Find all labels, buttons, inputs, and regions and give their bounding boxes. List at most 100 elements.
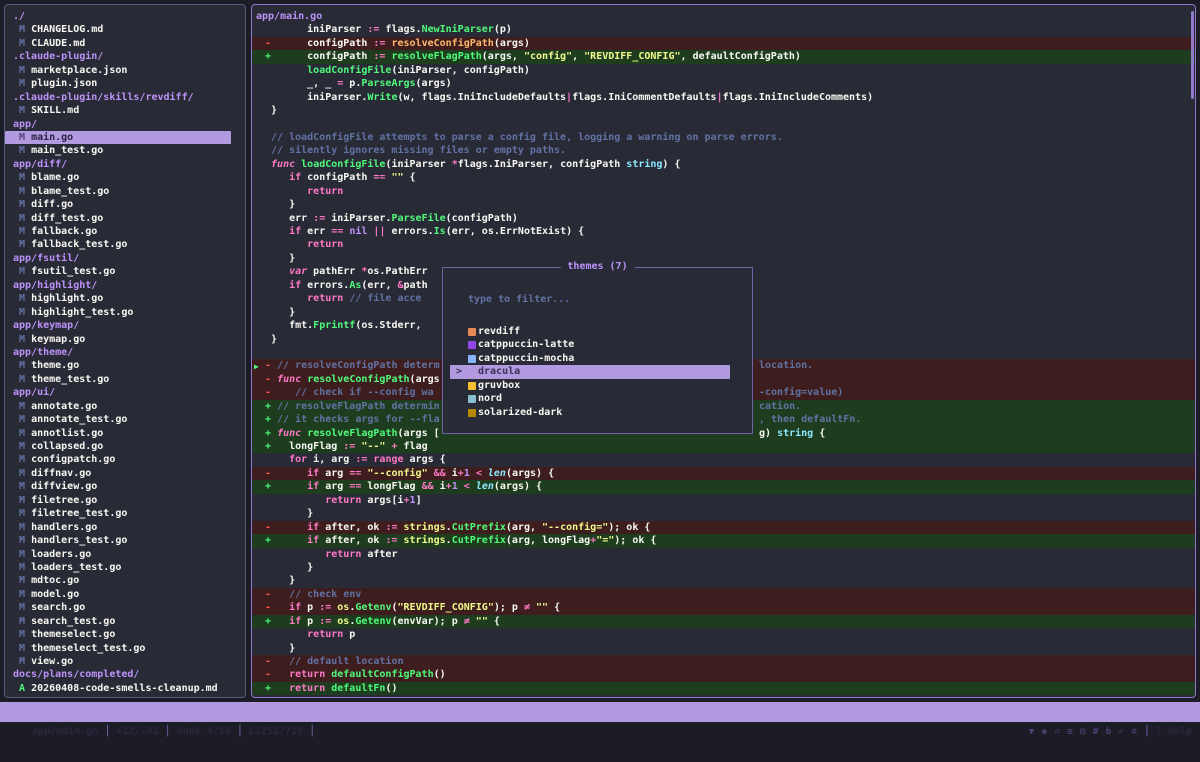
file-tree-entry[interactable]: M collapsed.go bbox=[5, 440, 245, 453]
scrollbar-thumb[interactable] bbox=[1191, 11, 1194, 99]
file-tree-entry[interactable]: M CLAUDE.md bbox=[5, 37, 245, 50]
file-tree-entry[interactable]: M search.go bbox=[5, 601, 245, 614]
file-tree-dir[interactable]: app/keymap/ bbox=[5, 319, 245, 332]
file-tree-entry[interactable]: M theme.go bbox=[5, 359, 245, 372]
theme-item-catppuccin-mocha[interactable]: catppuccin-mocha bbox=[443, 352, 752, 365]
theme-item-solarized-dark[interactable]: solarized-dark bbox=[443, 406, 752, 419]
diff-line-ctx: func loadConfigFile(iniParser *flags.Ini… bbox=[252, 158, 1195, 171]
diff-line-ctx: if configPath == "" { bbox=[252, 171, 1195, 184]
file-tree-dir[interactable]: app/ bbox=[5, 118, 245, 131]
file-name: CLAUDE.md bbox=[31, 38, 85, 49]
diff-line-add: + return defaultFn() bbox=[252, 682, 1195, 695]
file-tree-dir[interactable]: app/highlight/ bbox=[5, 279, 245, 292]
file-name: search_test.go bbox=[31, 616, 115, 627]
file-tree-entry[interactable]: M CHANGELOG.md bbox=[5, 23, 245, 36]
file-tree-entry[interactable]: M SKILL.md bbox=[5, 104, 245, 117]
file-name: handlers.go bbox=[31, 522, 97, 533]
file-tree-entry[interactable]: M filetree.go bbox=[5, 494, 245, 507]
file-status-badge: M bbox=[13, 199, 31, 210]
file-tree-entry[interactable]: M blame.go bbox=[5, 171, 245, 184]
file-tree-entry[interactable]: M configpatch.go bbox=[5, 453, 245, 466]
file-tree-panel[interactable]: ./ M CHANGELOG.md M CLAUDE.md.claude-plu… bbox=[4, 4, 246, 698]
file-tree-dir[interactable]: docs/plans/completed/ bbox=[5, 668, 245, 681]
file-name: SKILL.md bbox=[31, 105, 79, 116]
diff-line-ctx: iniParser := flags.NewIniParser(p) bbox=[252, 23, 1195, 36]
file-status-badge: M bbox=[13, 656, 31, 667]
file-tree-entry[interactable]: M themeselect.go bbox=[5, 628, 245, 641]
theme-item-nord[interactable]: nord bbox=[443, 392, 752, 405]
file-status-badge: M bbox=[13, 105, 31, 116]
theme-item-dracula[interactable]: >dracula bbox=[450, 365, 730, 378]
file-name: keymap.go bbox=[31, 334, 85, 345]
theme-item-gruvbox[interactable]: gruvbox bbox=[443, 379, 752, 392]
status-separator: │ bbox=[159, 726, 177, 737]
diff-line-del: - // check env bbox=[252, 588, 1195, 601]
diff-line-right-fragment: location. bbox=[759, 359, 813, 372]
file-tree-entry[interactable]: M fallback_test.go bbox=[5, 238, 245, 251]
file-tree-entry[interactable]: M handlers_test.go bbox=[5, 534, 245, 547]
file-tree-dir[interactable]: .claude-plugin/ bbox=[5, 50, 245, 63]
file-name: main_test.go bbox=[31, 145, 103, 156]
file-name: 20260408-code-smells-cleanup.md bbox=[31, 683, 218, 694]
diff-line-del: - if after, ok := strings.CutPrefix(arg,… bbox=[252, 521, 1195, 534]
file-tree-entry[interactable]: M annotlist.go bbox=[5, 427, 245, 440]
file-tree-entry[interactable]: M handlers.go bbox=[5, 521, 245, 534]
file-name: annotate_test.go bbox=[31, 414, 127, 425]
file-tree-dir[interactable]: .claude-plugin/skills/revdiff/ bbox=[5, 91, 245, 104]
file-tree-entry[interactable]: M fallback.go bbox=[5, 225, 245, 238]
help-button[interactable]: ? help bbox=[1156, 726, 1192, 737]
selection-cursor: > bbox=[456, 365, 462, 378]
diff-pane[interactable]: app/main.go iniParser := flags.NewIniPar… bbox=[251, 4, 1196, 698]
file-tree-entry[interactable]: M diff.go bbox=[5, 198, 245, 211]
status-bar: app/main.go │ +12/-32 │ hunk 4/10 │ L:25… bbox=[0, 702, 1200, 722]
file-tree-entry[interactable]: M search_test.go bbox=[5, 615, 245, 628]
file-tree-dir[interactable]: app/fsutil/ bbox=[5, 252, 245, 265]
file-tree-entry[interactable]: M plugin.json bbox=[5, 77, 245, 90]
file-tree-entry[interactable]: M marketplace.json bbox=[5, 64, 245, 77]
theme-name: solarized-dark bbox=[478, 406, 562, 419]
file-tree-entry[interactable]: M mdtoc.go bbox=[5, 574, 245, 587]
theme-color-swatch bbox=[468, 328, 476, 336]
file-tree-dir[interactable]: app/theme/ bbox=[5, 346, 245, 359]
theme-list: revdiffcatppuccin-lattecatppuccin-mocha>… bbox=[443, 325, 752, 419]
file-tree-entry[interactable]: M annotate_test.go bbox=[5, 413, 245, 426]
file-name: diff.go bbox=[31, 199, 73, 210]
file-tree-entry[interactable]: M loaders_test.go bbox=[5, 561, 245, 574]
file-tree-dir[interactable]: app/diff/ bbox=[5, 158, 245, 171]
file-tree-entry[interactable]: M fsutil_test.go bbox=[5, 265, 245, 278]
theme-item-catppuccin-latte[interactable]: catppuccin-latte bbox=[443, 338, 752, 351]
file-tree-dir[interactable]: ./ bbox=[5, 10, 245, 23]
theme-filter-input[interactable]: type to filter... bbox=[468, 294, 570, 305]
file-tree-entry[interactable]: M loaders.go bbox=[5, 548, 245, 561]
theme-color-swatch bbox=[468, 382, 476, 390]
file-tree-entry[interactable]: M diff_test.go bbox=[5, 212, 245, 225]
file-status-badge: M bbox=[13, 535, 31, 546]
file-tree-entry[interactable]: M diffview.go bbox=[5, 480, 245, 493]
diff-line-right-fragment: cation. bbox=[759, 400, 801, 413]
diff-line-add: + if after, ok := strings.CutPrefix(arg,… bbox=[252, 534, 1195, 547]
file-tree-entry[interactable]: M themeselect_test.go bbox=[5, 642, 245, 655]
file-tree-dir[interactable]: app/ui/ bbox=[5, 386, 245, 399]
file-tree-entry[interactable]: M model.go bbox=[5, 588, 245, 601]
file-name: diffview.go bbox=[31, 481, 97, 492]
file-tree-entry[interactable]: M diffnav.go bbox=[5, 467, 245, 480]
file-tree-entry[interactable]: M theme_test.go bbox=[5, 373, 245, 386]
file-status-badge: M bbox=[13, 360, 31, 371]
file-tree-entry[interactable]: M view.go bbox=[5, 655, 245, 668]
file-name: theme_test.go bbox=[31, 374, 109, 385]
diff-line-ctx: for i, arg := range args { bbox=[252, 453, 1195, 466]
file-tree-entry[interactable]: M main.go bbox=[5, 131, 231, 144]
file-tree-entry[interactable]: M annotate.go bbox=[5, 400, 245, 413]
file-tree-entry[interactable]: M filetree_test.go bbox=[5, 507, 245, 520]
file-tree-entry[interactable]: M highlight.go bbox=[5, 292, 245, 305]
file-tree-entry[interactable]: M highlight_test.go bbox=[5, 306, 245, 319]
theme-name: catppuccin-mocha bbox=[478, 352, 574, 365]
theme-item-revdiff[interactable]: revdiff bbox=[443, 325, 752, 338]
diff-line-ctx: } bbox=[252, 252, 1195, 265]
file-tree-entry[interactable]: A 20260408-code-smells-cleanup.md bbox=[5, 682, 245, 695]
file-tree-entry[interactable]: M keymap.go bbox=[5, 333, 245, 346]
file-tree-entry[interactable]: M main_test.go bbox=[5, 144, 245, 157]
file-name: collapsed.go bbox=[31, 441, 103, 452]
diff-line-add: + configPath := resolveFlagPath(args, "c… bbox=[252, 50, 1195, 63]
file-tree-entry[interactable]: M blame_test.go bbox=[5, 185, 245, 198]
